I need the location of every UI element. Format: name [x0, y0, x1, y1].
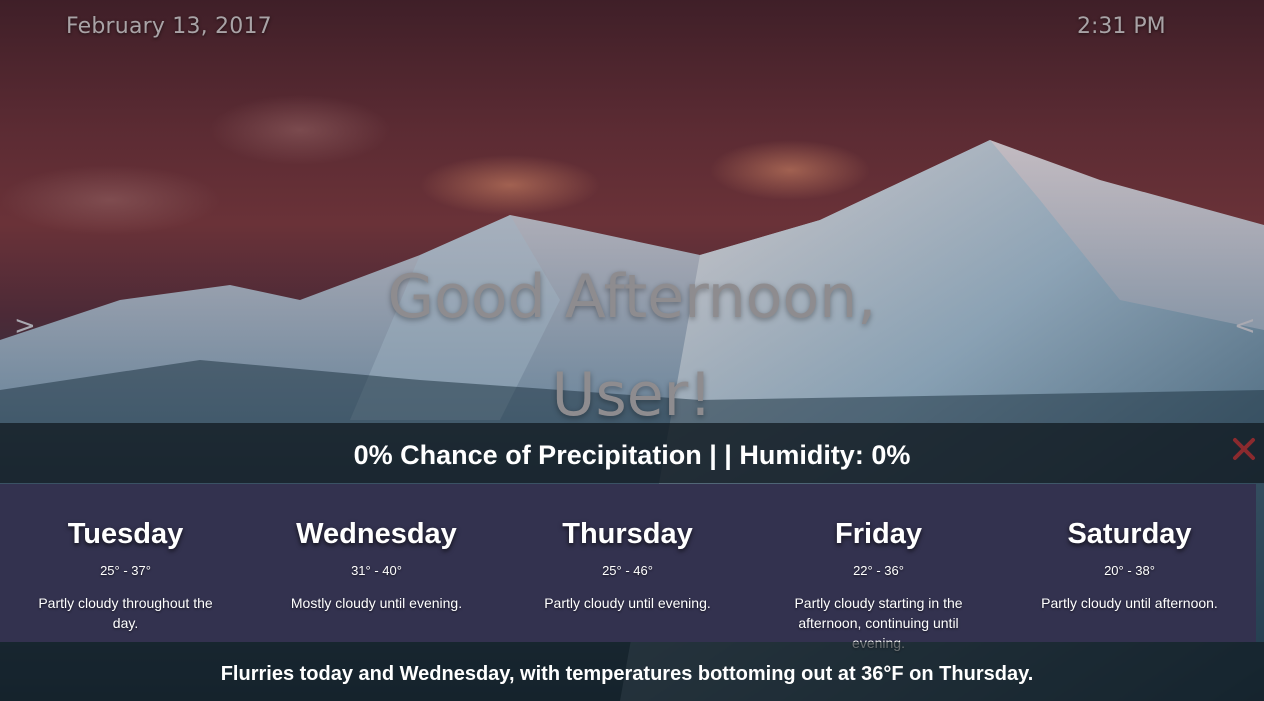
next-slide-arrow[interactable]: < [1234, 311, 1256, 341]
forecast-day-name: Saturday [1067, 518, 1192, 550]
greeting-line-1: Good Afternoon, [387, 262, 877, 332]
forecast-day-name: Friday [834, 518, 923, 550]
forecast-day-name: Wednesday [296, 518, 457, 550]
forecast-summary: Partly cloudy throughout the day. [38, 595, 213, 631]
current-date: February 13, 2017 [66, 14, 272, 39]
forecast-day-name: Thursday [562, 518, 693, 550]
forecast-temp-range: 20° - 38° [1104, 563, 1155, 578]
forecast-summary: Partly cloudy until afternoon. [1041, 595, 1218, 611]
forecast-temp-range: 22° - 36° [853, 563, 904, 578]
forecast-day-tuesday: Tuesday 25° - 37° Partly cloudy througho… [0, 484, 251, 642]
forecast-day-wednesday: Wednesday 31° - 40° Mostly cloudy until … [251, 484, 502, 642]
forecast-temp-range: 25° - 37° [100, 563, 151, 578]
forecast-summary: Mostly cloudy until evening. [290, 595, 463, 611]
forecast-temp-range: 25° - 46° [602, 563, 653, 578]
prev-slide-arrow[interactable]: > [14, 311, 36, 341]
close-icon[interactable] [1231, 436, 1257, 462]
forecast-day-saturday: Saturday 20° - 38° Partly cloudy until a… [1004, 484, 1255, 642]
weekly-summary-text: Flurries today and Wednesday, with tempe… [220, 663, 1034, 685]
forecast-day-thursday: Thursday 25° - 46° Partly cloudy until e… [502, 484, 753, 642]
forecast-day-friday: Friday 22° - 36° Partly cloudy starting … [753, 484, 1004, 651]
forecast-summary: Partly cloudy until evening. [544, 595, 711, 611]
forecast-panel: Tuesday 25° - 37° Partly cloudy througho… [0, 484, 1256, 651]
precipitation-humidity-text: 0% Chance of Precipitation | | Humidity:… [353, 440, 911, 470]
greeting: Good Afternoon, User! [0, 248, 1264, 444]
current-time: 2:31 PM [1077, 14, 1166, 39]
forecast-temp-range: 31° - 40° [351, 563, 402, 578]
forecast-day-name: Tuesday [67, 518, 184, 550]
